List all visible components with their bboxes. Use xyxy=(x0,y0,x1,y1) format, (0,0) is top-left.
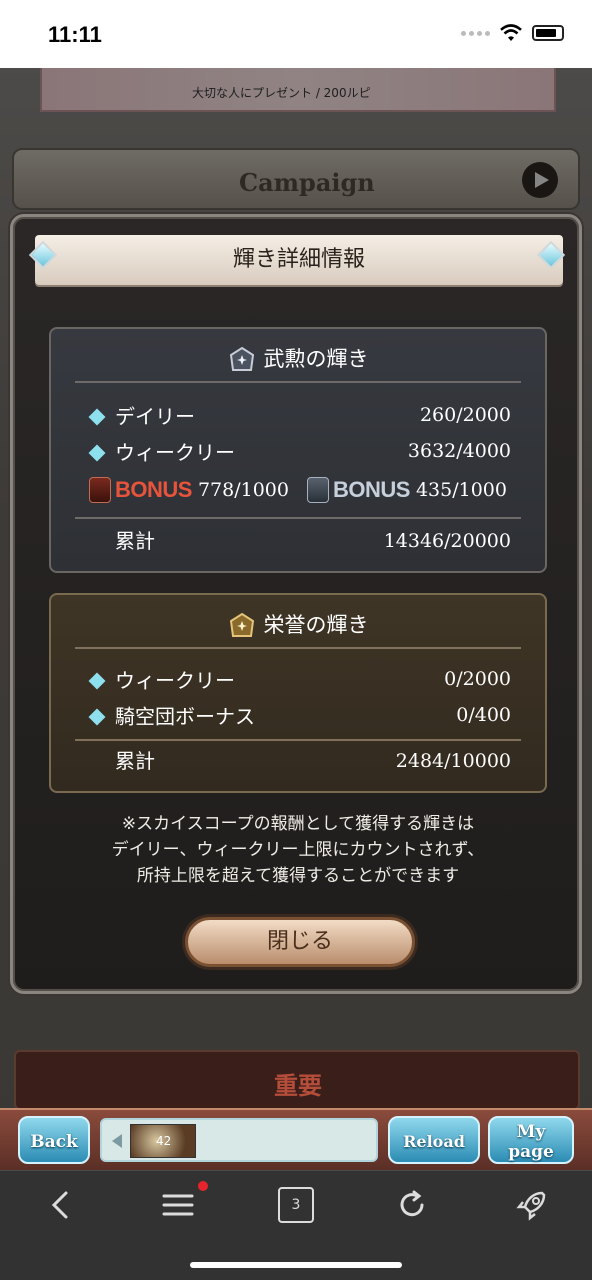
diamond-bullet-icon xyxy=(88,444,106,461)
player-level: 42 xyxy=(156,1134,172,1148)
section-b-title-divider xyxy=(75,647,521,649)
crew-bonus-value: 0/400 xyxy=(456,704,511,726)
event-banner: 大切な人にプレゼント / 200ルピ xyxy=(40,68,556,112)
section-valor-shine: 武勲の輝き デイリー 260/2000 ウィークリー 3632/4000 BON… xyxy=(49,327,547,573)
section-b-title: 栄誉の輝き xyxy=(51,609,545,640)
signal-icon xyxy=(461,30,490,36)
game-back-button[interactable]: Back xyxy=(18,1116,90,1164)
game-mypage-button[interactable]: My page xyxy=(488,1116,574,1164)
total-value: 14346/20000 xyxy=(383,530,511,552)
diamond-bullet-icon xyxy=(88,672,106,689)
rocket-icon[interactable] xyxy=(512,1185,552,1225)
dialog-title: 輝き詳細情報 xyxy=(35,235,563,285)
bonus-1-badge-icon xyxy=(89,477,111,503)
bonus-1: BONUS 778/1000 xyxy=(89,473,289,507)
section-a-title-divider xyxy=(75,381,521,383)
weekly-label: ウィークリー xyxy=(115,440,235,465)
note-line-2: デイリー、ウィークリー上限にカウントされず、 xyxy=(111,840,485,860)
diamond-bullet-icon xyxy=(88,708,106,725)
close-button[interactable]: 閉じる xyxy=(185,917,415,967)
crew-bonus-label: 騎空団ボーナス xyxy=(115,704,255,729)
honor-shine-icon xyxy=(228,612,256,640)
expand-arrow-icon xyxy=(112,1134,122,1148)
honor-total-value: 2484/10000 xyxy=(395,750,511,772)
home-indicator xyxy=(190,1262,402,1268)
section-honor-shine: 栄誉の輝き ウィークリー 0/2000 騎空団ボーナス 0/400 累計 248… xyxy=(49,593,547,793)
campaign-label: Campaign xyxy=(239,168,375,197)
honor-weekly-value: 0/2000 xyxy=(444,668,511,690)
weekly-row: ウィークリー 3632/4000 xyxy=(88,435,511,467)
status-bar: 11:11 xyxy=(0,0,592,68)
bonus-2: BONUS 435/1000 xyxy=(307,473,507,507)
honor-total-row: 累計 2484/10000 xyxy=(115,745,511,777)
note-line-3: 所持上限を超えて獲得することができます xyxy=(136,866,460,886)
weekly-value: 3632/4000 xyxy=(407,440,511,462)
note-line-1: ※スカイスコープの報酬として獲得する輝きは xyxy=(121,814,475,834)
status-icons xyxy=(461,24,564,42)
bonus-2-badge-icon xyxy=(307,477,329,503)
tab-count-button[interactable]: 3 xyxy=(278,1187,314,1223)
bonus-1-word: BONUS xyxy=(115,477,192,502)
important-label: 重要 xyxy=(274,1072,322,1100)
total-label: 累計 xyxy=(115,529,155,553)
player-status-bar[interactable]: 42 xyxy=(100,1118,378,1162)
menu-icon[interactable] xyxy=(158,1185,198,1225)
wifi-icon xyxy=(500,24,522,41)
important-bar: 重要 xyxy=(14,1050,580,1110)
crew-bonus-row: 騎空団ボーナス 0/400 xyxy=(88,699,511,731)
notification-dot xyxy=(198,1181,208,1191)
bonus-2-value: 435/1000 xyxy=(415,479,507,501)
daily-value: 260/2000 xyxy=(419,404,511,426)
section-b-total-divider xyxy=(75,739,521,741)
bonus-2-word: BONUS xyxy=(333,477,410,502)
honor-weekly-row: ウィークリー 0/2000 xyxy=(88,663,511,695)
shine-detail-dialog: 輝き詳細情報 武勲の輝き デイリー 260/2000 ウィークリー 3632/4… xyxy=(10,214,582,994)
daily-row: デイリー 260/2000 xyxy=(88,399,511,431)
battery-icon xyxy=(532,25,564,41)
banner-text: 大切な人にプレゼント / 200ルピ xyxy=(192,86,371,100)
browser-back-icon[interactable] xyxy=(42,1185,82,1225)
section-a-total-divider xyxy=(75,517,521,519)
status-time: 11:11 xyxy=(48,22,102,47)
bonus-row: BONUS 778/1000 BONUS 435/1000 xyxy=(89,473,511,507)
section-a-title: 武勲の輝き xyxy=(51,343,545,374)
game-reload-button[interactable]: Reload xyxy=(388,1116,480,1164)
mypage-label-line-2: page xyxy=(508,1142,554,1162)
mypage-label-line-1: My xyxy=(516,1122,546,1142)
daily-label: デイリー xyxy=(115,404,195,429)
campaign-bar: Campaign xyxy=(12,148,580,210)
section-b-title-text: 栄誉の輝き xyxy=(263,613,369,637)
play-icon xyxy=(522,162,558,198)
total-row: 累計 14346/20000 xyxy=(115,525,511,557)
diamond-bullet-icon xyxy=(88,408,106,425)
valor-shine-icon xyxy=(228,346,256,374)
honor-total-label: 累計 xyxy=(115,749,155,773)
browser-reload-icon[interactable] xyxy=(392,1185,432,1225)
section-a-title-text: 武勲の輝き xyxy=(263,347,369,371)
bonus-1-value: 778/1000 xyxy=(197,479,289,501)
honor-weekly-label: ウィークリー xyxy=(115,668,235,693)
game-nav-bar: Back 42 Reload My page xyxy=(0,1108,592,1170)
skyscope-note: ※スカイスコープの報酬として獲得する輝きは デイリー、ウィークリー上限にカウント… xyxy=(49,811,547,889)
